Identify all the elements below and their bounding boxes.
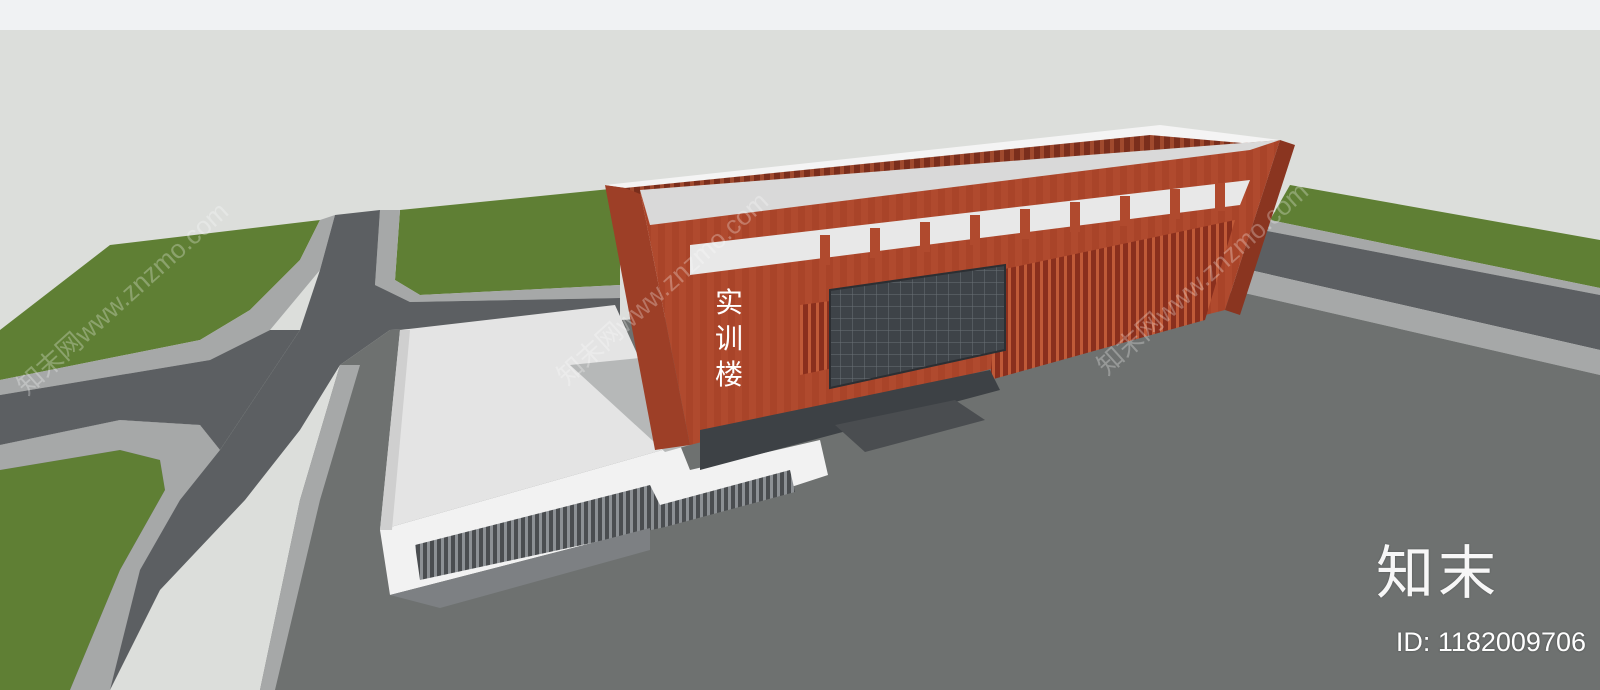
- sign-char-1: 实: [714, 286, 743, 319]
- scene-canvas: [0, 30, 1600, 690]
- building-sign: 实 训 楼: [707, 285, 751, 393]
- model-viewport[interactable]: 实 训 楼 知末网www.znzmo.com 知末网www.znzmo.com …: [0, 30, 1600, 690]
- sign-char-3: 楼: [714, 358, 743, 391]
- top-bar: [0, 0, 1600, 31]
- sign-char-2: 训: [714, 322, 743, 355]
- brand-logo: 知末: [1375, 539, 1500, 607]
- image-id-label: ID: 1182009706: [1395, 627, 1586, 657]
